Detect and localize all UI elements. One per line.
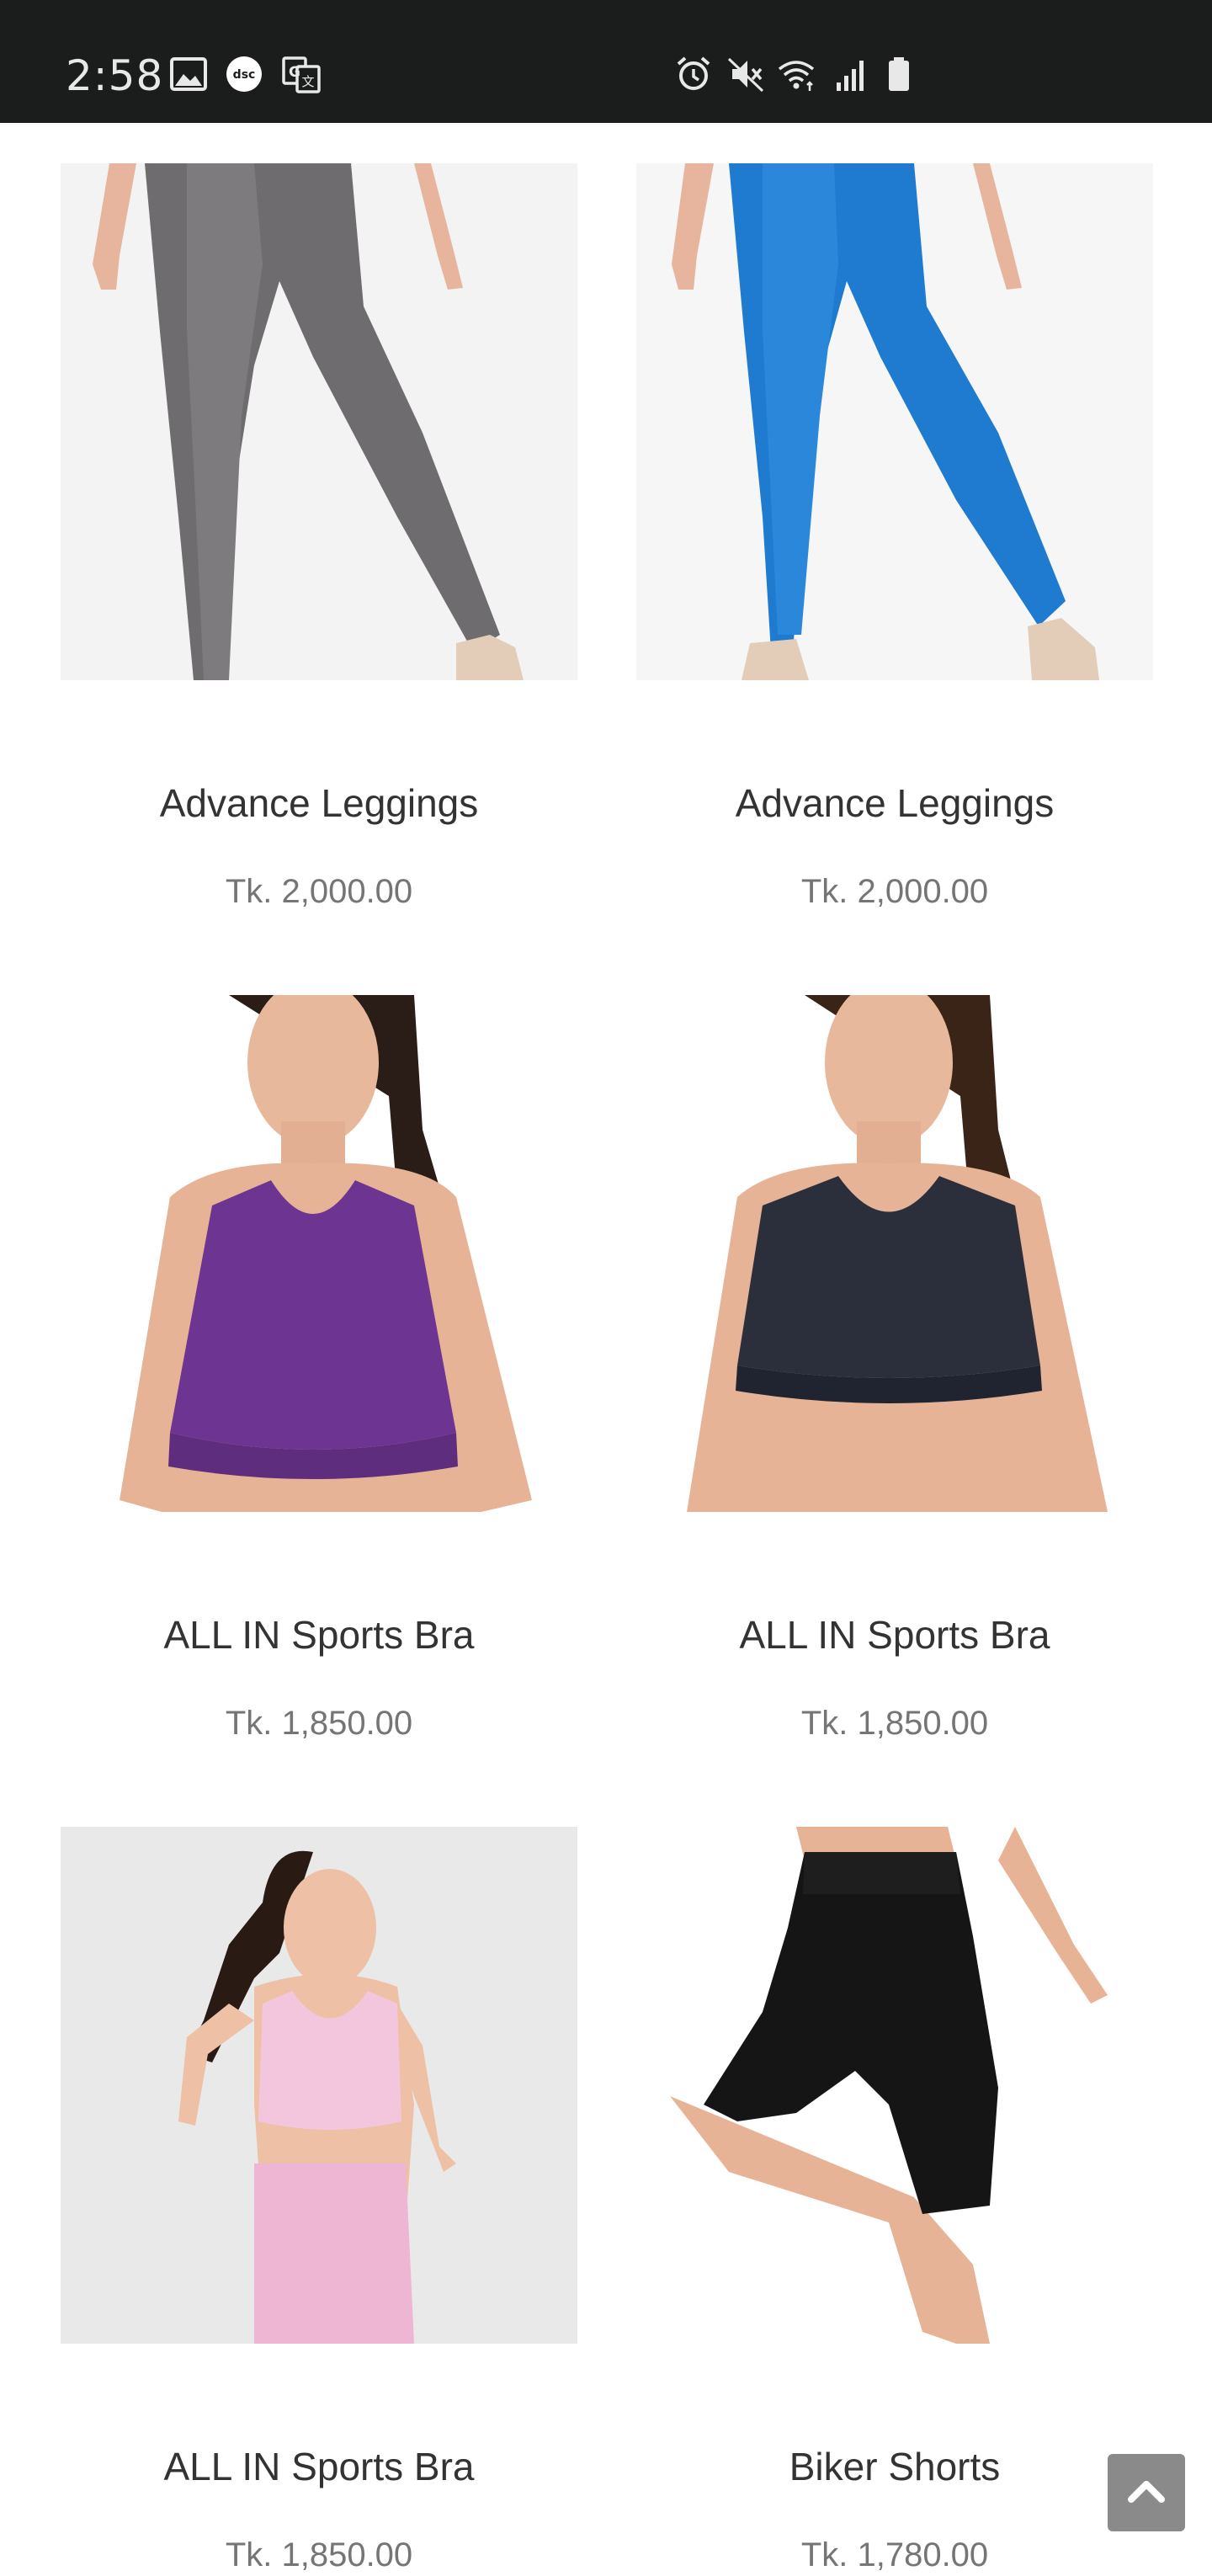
- product-name[interactable]: Biker Shorts: [636, 2443, 1153, 2490]
- status-time: 2:58: [66, 51, 164, 100]
- product-price: Tk. 2,000.00: [225, 873, 413, 910]
- product-image[interactable]: [61, 1827, 577, 2344]
- product-image[interactable]: [636, 163, 1153, 680]
- product-image[interactable]: [61, 163, 577, 680]
- product-price: Tk. 1,850.00: [225, 1705, 413, 1742]
- wifi-icon: [776, 54, 816, 94]
- app-notification-icon: dsc: [224, 54, 264, 94]
- leggings-shape: [254, 2164, 414, 2344]
- status-bar: 2:58 dsc G文: [0, 0, 1212, 123]
- svg-text:文: 文: [301, 74, 314, 89]
- product-price: Tk. 1,850.00: [225, 2536, 413, 2573]
- alarm-icon: [673, 54, 714, 94]
- product-price: Tk. 1,780.00: [800, 2536, 989, 2573]
- mute-icon: [726, 54, 766, 94]
- gallery-icon: [168, 54, 209, 94]
- product-name[interactable]: Advance Leggings: [636, 780, 1153, 827]
- svg-text:G: G: [289, 64, 300, 81]
- product-name[interactable]: Advance Leggings: [61, 780, 577, 827]
- signal-icon: [832, 54, 872, 94]
- svg-text:dsc: dsc: [233, 68, 256, 82]
- product-image[interactable]: [636, 1827, 1153, 2344]
- product-price: Tk. 2,000.00: [800, 873, 989, 910]
- bra-shape: [170, 1180, 456, 1450]
- product-name[interactable]: ALL IN Sports Bra: [636, 1611, 1153, 1658]
- back-to-top-button[interactable]: [1108, 2454, 1185, 2531]
- product-image[interactable]: [61, 995, 577, 1512]
- translate-icon: G文: [281, 54, 322, 94]
- product-name[interactable]: ALL IN Sports Bra: [61, 2443, 577, 2490]
- product-image[interactable]: [636, 995, 1153, 1512]
- battery-icon: [879, 54, 919, 94]
- product-price: Tk. 1,850.00: [800, 1705, 989, 1742]
- chevron-up-icon: [1128, 2481, 1165, 2503]
- product-name[interactable]: ALL IN Sports Bra: [61, 1611, 577, 1658]
